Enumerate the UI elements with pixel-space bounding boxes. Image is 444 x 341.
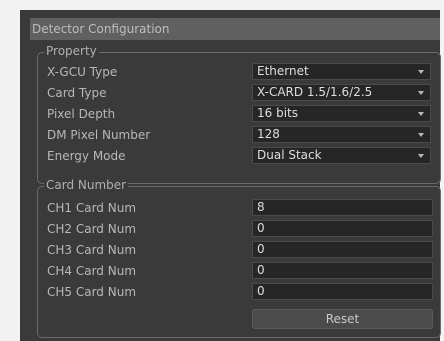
card-row-ch5: CH5 Card Num 0 [38, 283, 442, 301]
card-row-ch2: CH2 Card Num 0 [38, 220, 442, 238]
card-row-ch4: CH4 Card Num 0 [38, 262, 442, 280]
xgcu-type-label: X-GCU Type [47, 65, 118, 79]
window-title-bar: Detector Configuration [30, 18, 440, 40]
dm-pixel-number-select[interactable]: 128 [252, 126, 431, 143]
ch5-card-num-input[interactable]: 0 [252, 283, 433, 300]
energy-mode-select[interactable]: Dual Stack [252, 147, 431, 164]
ch5-card-num-label: CH5 Card Num [47, 285, 137, 299]
chevron-down-icon [418, 133, 424, 137]
property-group-title: Property [44, 44, 99, 58]
card-number-group: Card Number CH1 Card Num 8 CH2 Card Num … [37, 178, 442, 338]
card-type-label: Card Type [47, 86, 107, 100]
ch3-card-num-input[interactable]: 0 [252, 241, 433, 258]
property-row-energy-mode: Energy Mode Dual Stack [38, 147, 442, 165]
property-row-xgcu-type: X-GCU Type Ethernet [38, 63, 442, 81]
ch2-card-num-label: CH2 Card Num [47, 222, 137, 236]
ch2-card-num-input[interactable]: 0 [252, 220, 433, 237]
ch4-card-num-label: CH4 Card Num [47, 264, 137, 278]
ch1-card-num-input[interactable]: 8 [252, 199, 433, 216]
pixel-depth-label: Pixel Depth [47, 107, 116, 121]
property-row-dm-pixel-number: DM Pixel Number 128 [38, 126, 442, 144]
ch1-card-num-label: CH1 Card Num [47, 201, 137, 215]
xgcu-type-value: Ethernet [257, 64, 309, 78]
card-row-ch1: CH1 Card Num 8 [38, 199, 442, 217]
card-type-select[interactable]: X-CARD 1.5/1.6/2.5 [252, 84, 431, 101]
xgcu-type-select[interactable]: Ethernet [252, 63, 431, 80]
energy-mode-label: Energy Mode [47, 149, 126, 163]
card-type-value: X-CARD 1.5/1.6/2.5 [257, 85, 373, 99]
chevron-down-icon [418, 112, 424, 116]
reset-button[interactable]: Reset [252, 309, 433, 329]
card-row-ch3: CH3 Card Num 0 [38, 241, 442, 259]
dm-pixel-number-label: DM Pixel Number [47, 128, 151, 142]
detector-config-window: Detector Configuration Property X-GCU Ty… [20, 10, 442, 341]
property-row-card-type: Card Type X-CARD 1.5/1.6/2.5 [38, 84, 442, 102]
energy-mode-value: Dual Stack [257, 148, 322, 162]
chevron-down-icon [418, 70, 424, 74]
pixel-depth-select[interactable]: 16 bits [252, 105, 431, 122]
property-row-pixel-depth: Pixel Depth 16 bits [38, 105, 442, 123]
chevron-down-icon [418, 91, 424, 95]
dm-pixel-number-value: 128 [257, 127, 280, 141]
card-number-group-title: Card Number [44, 178, 129, 192]
ch3-card-num-label: CH3 Card Num [47, 243, 137, 257]
property-group: Property X-GCU Type Ethernet Card Type X… [37, 44, 442, 184]
window-title: Detector Configuration [32, 22, 170, 36]
chevron-down-icon [418, 154, 424, 158]
ch4-card-num-input[interactable]: 0 [252, 262, 433, 279]
pixel-depth-value: 16 bits [257, 106, 298, 120]
